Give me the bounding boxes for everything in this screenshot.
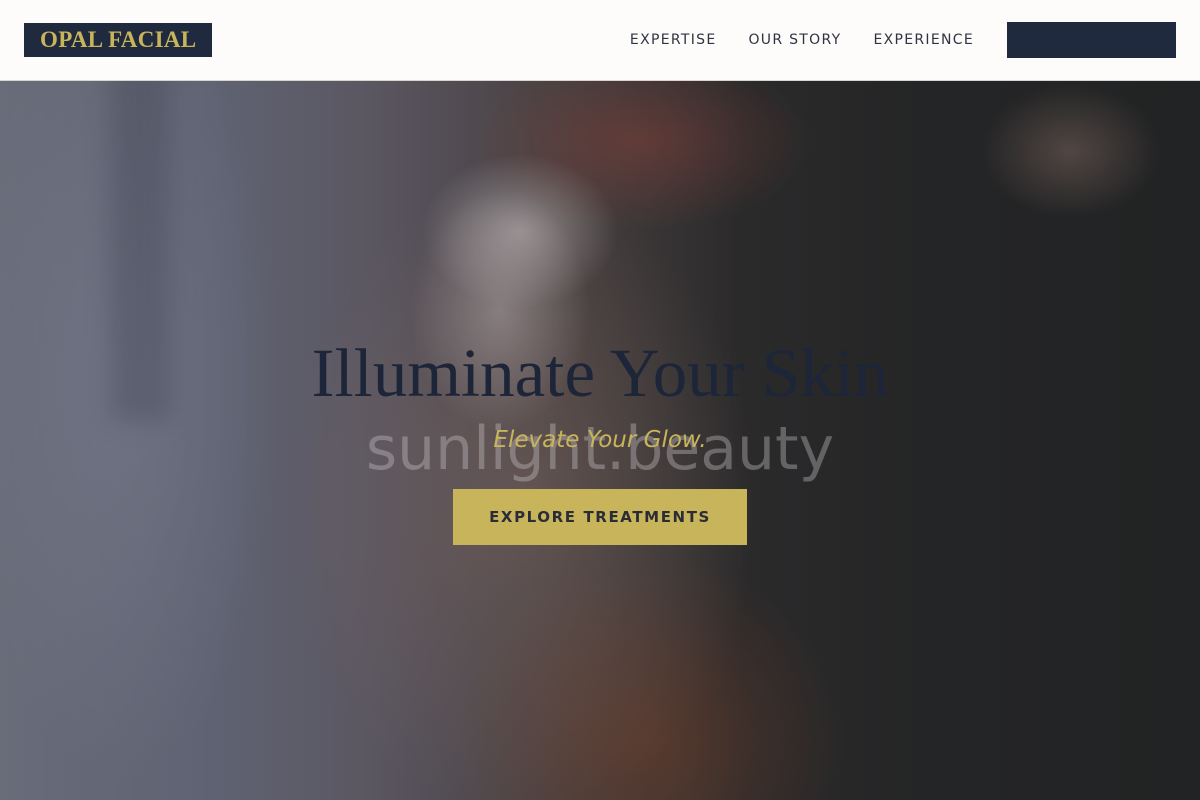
nav-item-our-story[interactable]: OUR STORY [748,32,841,48]
hero-section: Illuminate Your Skin sunlight.beauty Ele… [0,81,1200,800]
brand-logo[interactable]: OPAL FACIAL [24,23,213,57]
page: OPAL FACIAL EXPERTISE OUR STORY EXPERIEN… [0,0,1200,800]
hero-subtitle: Elevate Your Glow. [493,427,707,453]
header-cta-button[interactable] [1007,22,1176,58]
nav-item-experience[interactable]: EXPERIENCE [873,32,974,48]
site-header: OPAL FACIAL EXPERTISE OUR STORY EXPERIEN… [0,0,1200,81]
hero-title: Illuminate Your Skin [311,335,889,411]
main-nav: EXPERTISE OUR STORY EXPERIENCE [630,0,974,80]
hero-content: Illuminate Your Skin sunlight.beauty Ele… [0,81,1200,800]
explore-treatments-button[interactable]: EXPLORE TREATMENTS [453,489,747,545]
nav-item-expertise[interactable]: EXPERTISE [630,32,717,48]
